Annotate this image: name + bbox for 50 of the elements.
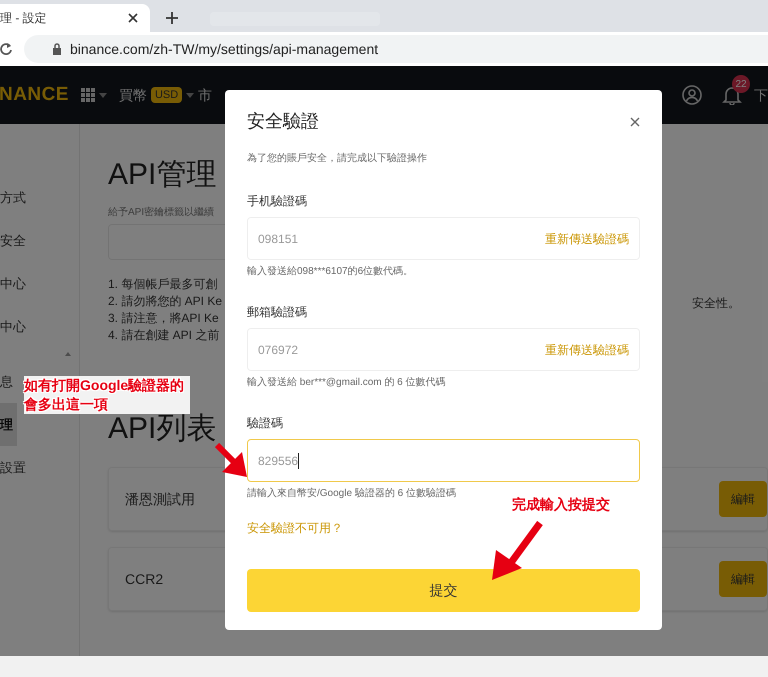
section-title: API列表 [108, 412, 216, 447]
note-line: 4. 請在創建 API 之前 [108, 327, 220, 344]
annotation-text: 如有打開Google驗證器的會多出這一項 [24, 376, 190, 414]
field-hint: 請輸入來自幣安/Google 驗證器的 6 位數驗證碼 [247, 486, 457, 501]
apps-grid-icon[interactable] [80, 88, 95, 102]
dialog-subtitle: 為了您的賬戶安全，請完成以下驗證操作 [247, 152, 428, 166]
page-hint: 給予API密鑰標籤以繼續 [108, 206, 216, 220]
logo[interactable]: NANCE [0, 80, 69, 110]
page-title: API管理 [108, 157, 216, 193]
api-name: 潘恩測試用 [125, 490, 195, 508]
nav-item[interactable]: 市 [198, 84, 212, 106]
annotation-arrow [214, 442, 248, 478]
edit-button[interactable]: 編輯 [719, 561, 767, 597]
resend-link[interactable]: 重新傳送驗證碼 [545, 340, 629, 358]
code-input-field[interactable]: 076972 重新傳送驗證碼 [247, 328, 640, 371]
reload-icon[interactable] [0, 42, 12, 56]
sidebar-item[interactable]: 理 [0, 403, 17, 446]
resend-link[interactable]: 重新傳送驗證碼 [545, 230, 629, 248]
note-line: 安全性。 [692, 296, 740, 310]
close-icon[interactable] [128, 13, 138, 23]
note-line: 1. 每個帳戶最多可創 [108, 276, 218, 293]
note-line: 3. 請注意，將API Ke [108, 310, 220, 327]
text-cursor [298, 452, 300, 468]
field-label: 郵箱驗證碼 [247, 304, 308, 321]
browser-tab[interactable]: 理 - 設定 [0, 4, 150, 32]
currency-badge: USD [150, 86, 182, 104]
code-input-field[interactable]: 098151 重新傳送驗證碼 [247, 217, 640, 260]
nav-item[interactable]: 下 [754, 84, 768, 106]
field-hint: 輸入發送給098***6107的6位數代碼。 [247, 264, 414, 279]
lock-icon [52, 43, 62, 55]
submit-button[interactable]: 提交 [247, 569, 640, 612]
field-label: 驗證碼 [247, 415, 284, 432]
annotation-arrow [490, 520, 544, 582]
caret-icon [98, 92, 107, 98]
field-hint: 輸入發送給 ber***@gmail.com 的 6 位數代碼 [247, 376, 447, 390]
bell-icon[interactable] [722, 85, 742, 105]
close-icon[interactable] [630, 116, 640, 126]
caret-icon [186, 92, 194, 98]
api-name: CCR2 [125, 570, 164, 588]
notification-badge: 22 [732, 75, 750, 93]
unavailable-link[interactable]: 安全驗證不可用？ [247, 519, 343, 537]
user-icon[interactable] [682, 85, 702, 105]
nav-item[interactable]: 買幣 [118, 84, 147, 106]
new-tab-icon[interactable] [166, 12, 178, 24]
field-label: 手机驗證碼 [247, 193, 308, 210]
dialog-title: 安全驗證 [247, 110, 319, 133]
note-line: 2. 請勿將您的 API Ke [108, 293, 222, 310]
code-input-field[interactable]: 829556 [247, 439, 640, 482]
address-bar[interactable]: binance.com/zh-TW/my/settings/api-management [24, 35, 768, 63]
edit-button[interactable]: 編輯 [719, 481, 767, 517]
